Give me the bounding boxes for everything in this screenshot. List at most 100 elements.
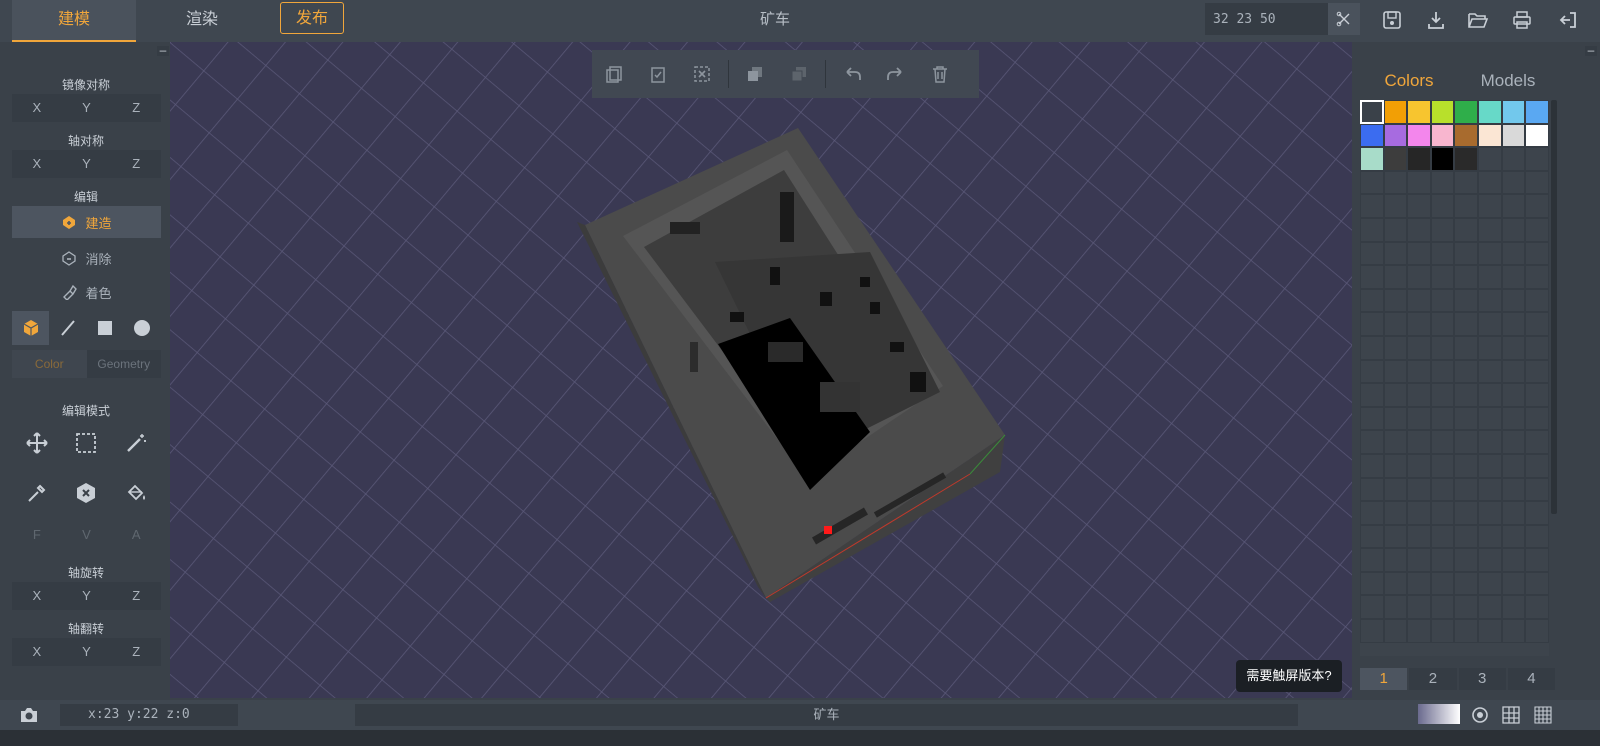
empty-swatch[interactable] xyxy=(1383,288,1408,313)
mode-erase[interactable]: 消除 xyxy=(12,242,161,274)
axis-sym-x-button[interactable]: X xyxy=(12,150,62,178)
move-tool-button[interactable] xyxy=(12,418,62,468)
empty-swatch[interactable] xyxy=(1430,595,1455,620)
empty-swatch[interactable] xyxy=(1477,241,1502,266)
clear-selection-button[interactable] xyxy=(680,50,724,98)
color-swatch[interactable] xyxy=(1383,100,1408,124)
empty-swatch[interactable] xyxy=(1383,194,1408,218)
empty-swatch[interactable] xyxy=(1525,383,1549,407)
empty-swatch[interactable] xyxy=(1501,170,1526,195)
empty-swatch[interactable] xyxy=(1383,595,1408,620)
empty-swatch[interactable] xyxy=(1477,548,1502,572)
empty-swatch[interactable] xyxy=(1407,312,1431,336)
empty-swatch[interactable] xyxy=(1525,619,1549,643)
empty-swatch[interactable] xyxy=(1477,170,1502,195)
empty-swatch[interactable] xyxy=(1501,217,1526,242)
empty-swatch[interactable] xyxy=(1454,548,1478,572)
empty-swatch[interactable] xyxy=(1454,453,1478,478)
empty-swatch[interactable] xyxy=(1360,595,1384,620)
empty-swatch[interactable] xyxy=(1430,571,1455,596)
color-swatch[interactable] xyxy=(1430,123,1455,148)
empty-swatch[interactable] xyxy=(1501,430,1526,454)
empty-swatch[interactable] xyxy=(1477,453,1502,478)
empty-swatch[interactable] xyxy=(1525,453,1549,478)
empty-swatch[interactable] xyxy=(1407,241,1431,266)
color-swatch[interactable] xyxy=(1501,100,1526,124)
empty-swatch[interactable] xyxy=(1407,548,1431,572)
empty-swatch[interactable] xyxy=(1454,241,1478,266)
undo-button[interactable] xyxy=(830,50,874,98)
empty-swatch[interactable] xyxy=(1525,501,1549,525)
empty-swatch[interactable] xyxy=(1383,406,1408,431)
empty-swatch[interactable] xyxy=(1525,265,1549,289)
empty-swatch[interactable] xyxy=(1454,288,1478,313)
empty-swatch[interactable] xyxy=(1430,383,1455,407)
empty-swatch[interactable] xyxy=(1477,524,1502,549)
empty-swatch[interactable] xyxy=(1383,524,1408,549)
geometry-mode-tab[interactable]: Geometry xyxy=(87,350,162,378)
line-brush-button[interactable] xyxy=(49,311,86,345)
empty-swatch[interactable] xyxy=(1525,147,1549,171)
empty-swatch[interactable] xyxy=(1525,595,1549,620)
empty-swatch[interactable] xyxy=(1407,453,1431,478)
empty-swatch[interactable] xyxy=(1430,548,1455,572)
grid-toggle-button[interactable] xyxy=(1500,704,1522,726)
color-mode-tab[interactable]: Color xyxy=(12,350,87,378)
empty-swatch[interactable] xyxy=(1430,170,1455,195)
empty-swatch[interactable] xyxy=(1454,619,1478,643)
empty-swatch[interactable] xyxy=(1454,217,1478,242)
color-swatch[interactable] xyxy=(1407,100,1431,124)
exit-button[interactable] xyxy=(1556,8,1580,32)
empty-swatch[interactable] xyxy=(1360,619,1384,643)
all-mode-button[interactable]: A xyxy=(111,521,161,549)
empty-swatch[interactable] xyxy=(1501,571,1526,596)
rect-select-tool-button[interactable] xyxy=(62,418,112,468)
fine-grid-toggle-button[interactable] xyxy=(1532,704,1554,726)
empty-swatch[interactable] xyxy=(1430,453,1455,478)
empty-swatch[interactable] xyxy=(1383,430,1408,454)
empty-swatch[interactable] xyxy=(1383,619,1408,643)
empty-swatch[interactable] xyxy=(1360,571,1384,596)
empty-swatch[interactable] xyxy=(1407,619,1431,643)
paste-button[interactable] xyxy=(636,50,680,98)
rotate-x-button[interactable]: X xyxy=(12,582,62,610)
axis-sym-z-button[interactable]: Z xyxy=(111,150,161,178)
empty-swatch[interactable] xyxy=(1383,501,1408,525)
empty-swatch[interactable] xyxy=(1501,548,1526,572)
empty-swatch[interactable] xyxy=(1525,430,1549,454)
empty-swatch[interactable] xyxy=(1407,359,1431,384)
empty-swatch[interactable] xyxy=(1430,312,1455,336)
empty-swatch[interactable] xyxy=(1477,477,1502,502)
empty-swatch[interactable] xyxy=(1525,548,1549,572)
empty-swatch[interactable] xyxy=(1525,170,1549,195)
mirror-x-button[interactable]: X xyxy=(12,94,62,122)
empty-swatch[interactable] xyxy=(1360,194,1384,218)
empty-swatch[interactable] xyxy=(1360,241,1384,266)
empty-swatch[interactable] xyxy=(1360,383,1384,407)
color-swatch[interactable] xyxy=(1477,100,1502,124)
square-brush-button[interactable] xyxy=(87,311,124,345)
empty-swatch[interactable] xyxy=(1383,477,1408,502)
empty-swatch[interactable] xyxy=(1360,217,1384,242)
empty-swatch[interactable] xyxy=(1501,524,1526,549)
empty-swatch[interactable] xyxy=(1454,312,1478,336)
empty-swatch[interactable] xyxy=(1383,335,1408,360)
empty-swatch[interactable] xyxy=(1407,571,1431,596)
publish-button[interactable]: 发布 xyxy=(280,2,344,34)
empty-swatch[interactable] xyxy=(1407,383,1431,407)
empty-swatch[interactable] xyxy=(1430,430,1455,454)
open-folder-button[interactable] xyxy=(1466,8,1490,32)
empty-swatch[interactable] xyxy=(1525,477,1549,502)
empty-swatch[interactable] xyxy=(1477,383,1502,407)
empty-swatch[interactable] xyxy=(1454,265,1478,289)
empty-swatch[interactable] xyxy=(1501,241,1526,266)
empty-swatch[interactable] xyxy=(1430,265,1455,289)
background-gradient-swatch[interactable] xyxy=(1418,704,1460,724)
palette-page-4[interactable]: 4 xyxy=(1507,668,1555,690)
empty-swatch[interactable] xyxy=(1477,571,1502,596)
palette-page-3[interactable]: 3 xyxy=(1458,668,1506,690)
magic-wand-tool-button[interactable] xyxy=(111,418,161,468)
tab-render[interactable]: 渲染 xyxy=(140,0,264,42)
eyedropper-tool-button[interactable] xyxy=(12,468,62,518)
empty-swatch[interactable] xyxy=(1501,501,1526,525)
